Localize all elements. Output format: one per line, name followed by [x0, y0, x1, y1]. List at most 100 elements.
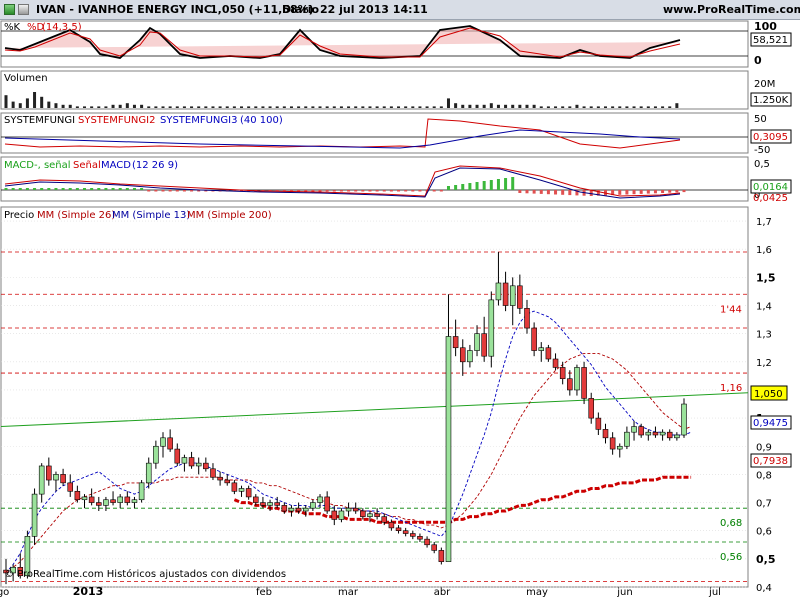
- candle-body: [345, 507, 352, 512]
- volume-bar: [575, 104, 579, 108]
- candle-body: [352, 507, 359, 512]
- volume-bar: [275, 106, 279, 108]
- stoch-label-k: %K: [4, 22, 21, 33]
- macd-hist-bar: [182, 190, 186, 192]
- volume-bar: [561, 106, 565, 108]
- volume-bar: [546, 106, 550, 108]
- candle-body: [645, 431, 652, 436]
- volume-bar: [33, 92, 37, 108]
- macd-hist-bar: [47, 188, 51, 190]
- volume-bar: [190, 106, 194, 108]
- macd-hist-bar: [625, 190, 629, 195]
- candle-body: [524, 308, 530, 329]
- macd-label-params: (12 26 9): [132, 160, 178, 171]
- candle-body: [360, 510, 366, 517]
- volume-bar: [18, 103, 22, 108]
- volume-bar: [90, 106, 94, 108]
- price-tick-label: 0,7: [756, 499, 772, 510]
- footer-copyright: © ProRealTime.com Históricos ajustados c…: [4, 568, 286, 580]
- candle-body: [46, 465, 52, 481]
- candle-body: [445, 336, 452, 562]
- month-label: may: [526, 587, 548, 598]
- title-bar: IVAN - IVANHOE ENERGY INC. 1,050 (+11,58…: [0, 0, 800, 20]
- volume-bar: [639, 106, 643, 108]
- candle-body: [552, 358, 559, 368]
- volume-bar: [611, 106, 615, 108]
- scroll-down-icon[interactable]: [18, 4, 29, 15]
- macd-hist-bar: [482, 181, 486, 190]
- macd-hist-bar: [389, 190, 393, 192]
- volume-bar: [54, 103, 58, 108]
- volume-bar: [397, 106, 401, 108]
- volume-bar: [161, 106, 165, 108]
- candle-body: [631, 426, 637, 433]
- volume-bar: [653, 106, 657, 108]
- macd-last-value: 0,0164: [753, 182, 788, 193]
- month-label: mar: [338, 587, 359, 598]
- volume-bar: [104, 106, 108, 108]
- candle-body: [302, 507, 309, 512]
- site-link[interactable]: www.ProRealTime.com: [663, 3, 800, 16]
- chart-area: %K %D (14,3,5) 100 0 58,521 Volumen 20M …: [0, 20, 792, 598]
- macd-hist-bar: [83, 188, 87, 190]
- volume-bar: [525, 104, 529, 108]
- price-tick-label: 1,4: [756, 302, 772, 313]
- macd-hist-bar: [411, 190, 415, 192]
- volume-bar: [83, 106, 87, 108]
- candle-body: [117, 496, 123, 503]
- price-tick-label: 1,6: [756, 245, 772, 256]
- candle-body: [310, 502, 316, 509]
- volume-bar: [668, 106, 672, 108]
- volume-bar: [11, 101, 15, 108]
- sf-label-params: (40 100): [240, 115, 283, 126]
- candle-body: [88, 496, 95, 503]
- volume-bar: [254, 106, 258, 108]
- volume-bar: [432, 106, 436, 108]
- macd-hist-bar: [632, 190, 636, 195]
- volume-bar: [332, 106, 336, 108]
- candle-body: [574, 367, 580, 391]
- candle-body: [224, 479, 231, 484]
- volume-bar: [425, 106, 429, 108]
- volume-bar: [375, 106, 379, 108]
- volume-bar: [339, 106, 343, 108]
- volume-bar: [168, 106, 172, 108]
- candle-body: [517, 285, 523, 309]
- candle-body: [452, 336, 459, 349]
- candle-body: [588, 398, 594, 419]
- macd-hist-bar: [175, 190, 179, 192]
- candle-body: [195, 462, 202, 467]
- candle-body: [495, 282, 502, 301]
- candle-body: [138, 482, 145, 501]
- volume-bar: [661, 106, 665, 108]
- macd-hist-bar: [561, 190, 565, 195]
- last-price-value: 1,050: [754, 389, 783, 400]
- macd-hist-bar: [468, 183, 472, 190]
- month-label: 2013: [73, 585, 104, 598]
- volume-bar: [325, 106, 329, 108]
- volume-bar: [282, 106, 286, 108]
- volume-bar: [225, 106, 229, 108]
- volume-bar: [25, 98, 29, 108]
- candle-body: [431, 544, 437, 551]
- volume-bar: [504, 104, 508, 108]
- volume-panel: [0, 70, 749, 110]
- candle-body: [67, 482, 74, 492]
- macd-hist-bar: [518, 190, 522, 193]
- volume-bar: [347, 106, 351, 108]
- candle-body: [652, 431, 659, 436]
- volume-bar: [454, 103, 458, 108]
- volume-bar: [646, 106, 650, 108]
- candle-body: [145, 462, 152, 484]
- macd-hist-bar: [546, 190, 550, 195]
- candle-body: [281, 505, 288, 512]
- volume-bar: [496, 104, 500, 108]
- scroll-up-icon[interactable]: [4, 4, 15, 15]
- macd-hist-bar: [118, 188, 122, 190]
- hline-label: 0,56: [720, 552, 742, 563]
- macd-hist-bar: [475, 182, 479, 190]
- datetime: 22 jul 2013 14:11: [320, 3, 428, 16]
- candle-body: [153, 445, 159, 464]
- macd-hist-bar: [682, 190, 686, 193]
- price-label-3: MM (Simple 13): [112, 210, 190, 221]
